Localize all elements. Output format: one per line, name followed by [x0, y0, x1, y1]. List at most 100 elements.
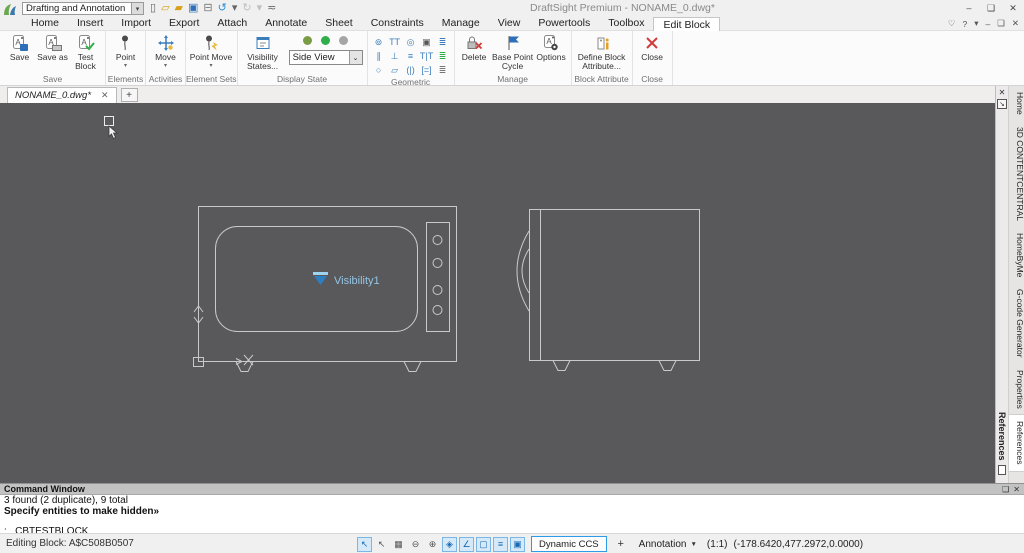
- define-block-attribute-button[interactable]: Define Block Attribute...: [575, 33, 629, 71]
- help-icon[interactable]: ?: [963, 19, 968, 29]
- restore-button[interactable]: ❑: [980, 3, 1002, 14]
- constraint-vertical-icon[interactable]: TT: [387, 35, 403, 49]
- side-tab-bar: Home3D CONTENTCENTRALHomeByMeG-code Gene…: [1008, 86, 1024, 483]
- close-button[interactable]: ✕: [1002, 3, 1024, 14]
- menu-tab[interactable]: Insert: [68, 17, 112, 30]
- document-tab[interactable]: NONAME_0.dwg* ✕: [7, 87, 117, 103]
- constraint-concentric-icon[interactable]: ◎: [403, 35, 419, 49]
- workspace-caret-icon[interactable]: ▾: [131, 3, 143, 14]
- menu-tab[interactable]: Constraints: [362, 17, 433, 30]
- palette-pin-icon[interactable]: ↘: [997, 99, 1007, 109]
- title-bar: Drafting and Annotation ▾ ▯▱▰▣⊟↺▾↻▾≂ Dra…: [0, 0, 1024, 17]
- command-line: 3 found (2 duplicate), 9 total: [4, 496, 1024, 507]
- constraint-lock-list-icon[interactable]: ≣: [435, 63, 451, 77]
- undo-icon[interactable]: ↺: [218, 3, 227, 14]
- lineweight-toggle-icon[interactable]: ≡: [493, 537, 508, 552]
- command-window-close-icon[interactable]: ✕: [1013, 485, 1020, 494]
- side-tab[interactable]: HomeByMe: [1009, 227, 1024, 283]
- command-window-float-icon[interactable]: ❑: [1002, 485, 1009, 494]
- open-icon[interactable]: ▱: [161, 3, 169, 14]
- esnap-toggle-icon[interactable]: ◈: [442, 537, 457, 552]
- delete-button[interactable]: Delete: [458, 33, 491, 62]
- save-as-button[interactable]: A Save as: [36, 33, 69, 62]
- side-tab[interactable]: Home: [1009, 86, 1024, 121]
- doc-close-icon[interactable]: ✕: [1012, 18, 1019, 29]
- move-button[interactable]: Move ▾: [149, 33, 182, 69]
- constraint-equal-icon[interactable]: [=]: [419, 63, 435, 77]
- menu-tab[interactable]: Home: [22, 17, 68, 30]
- constraint-horizontal-icon[interactable]: ≡: [403, 49, 419, 63]
- visibility-states-button[interactable]: Visibility States...: [241, 33, 285, 74]
- new-document-icon[interactable]: ▯: [150, 3, 156, 14]
- dynamic-ccs-button[interactable]: Dynamic CCS: [531, 536, 607, 552]
- quick-access-toolbar: ▯ ▱ ▰ ▣ ⊟ ↺ ▾ ↻ ▾ ≂: [150, 3, 276, 14]
- side-tab[interactable]: 3D CONTENTCENTRAL: [1009, 121, 1024, 227]
- test-block-button[interactable]: A Test Block: [69, 33, 102, 71]
- side-tab[interactable]: Properties: [1009, 364, 1024, 415]
- save-button[interactable]: A Save: [3, 33, 36, 62]
- doc-restore-icon[interactable]: ❑: [997, 18, 1005, 29]
- point-button[interactable]: Point ▾: [109, 33, 142, 69]
- new-tab-button[interactable]: +: [121, 88, 138, 102]
- save-sheet-icon[interactable]: ▰: [175, 3, 183, 14]
- display-state-select-caret-icon[interactable]: ⌄: [349, 51, 362, 64]
- constraint-smooth-icon[interactable]: ○: [371, 63, 387, 77]
- entity-snap-pointer-icon[interactable]: ↖: [357, 537, 372, 552]
- annotation-dropdown[interactable]: Annotation ▼: [639, 539, 697, 550]
- menu-tab[interactable]: Annotate: [256, 17, 316, 30]
- display-state-select[interactable]: Side View ⌄: [289, 50, 363, 65]
- menu-tab[interactable]: Toolbox: [599, 17, 653, 30]
- menu-tab[interactable]: Manage: [433, 17, 489, 30]
- dynamic-input-toggle-icon[interactable]: ▢: [476, 537, 491, 552]
- side-tab[interactable]: G-code Generator: [1009, 283, 1024, 364]
- side-tab[interactable]: References: [1009, 414, 1024, 471]
- constraint-lock-icon[interactable]: ▣: [419, 35, 435, 49]
- workspace-select[interactable]: Drafting and Annotation ▾: [22, 2, 144, 15]
- save-icon[interactable]: ▣: [188, 3, 198, 14]
- palette-close-icon[interactable]: ✕: [999, 88, 1006, 97]
- customize-qat-icon[interactable]: ≂: [267, 3, 276, 14]
- doc-minimize-icon[interactable]: –: [986, 19, 991, 29]
- ortho-toggle-icon[interactable]: ⊖: [408, 537, 423, 552]
- menu-tab[interactable]: Export: [160, 17, 208, 30]
- undo-caret-icon[interactable]: ▾: [232, 3, 238, 14]
- menu-tab[interactable]: View: [489, 17, 530, 30]
- menu-tab[interactable]: Sheet: [316, 17, 361, 30]
- redo-caret-icon[interactable]: ▾: [257, 3, 263, 14]
- state-striped-icon[interactable]: [303, 36, 312, 45]
- constraint-lock-entities-icon[interactable]: ≣: [435, 35, 451, 49]
- test-block-icon: A: [77, 33, 95, 53]
- constraint-symmetric-icon[interactable]: ▱: [387, 63, 403, 77]
- constraint-tangent-icon[interactable]: T|T: [419, 49, 435, 63]
- options-button[interactable]: A Options: [535, 33, 568, 62]
- polar-toggle-icon[interactable]: ⊕: [425, 537, 440, 552]
- constraint-equal-radius-icon[interactable]: (|): [403, 63, 419, 77]
- favorites-heart-icon[interactable]: ♡: [948, 18, 956, 29]
- menu-tab[interactable]: Powertools: [529, 17, 599, 30]
- select-pointer-icon[interactable]: ↖: [374, 537, 389, 552]
- constraint-perpendicular-icon[interactable]: ⊥: [387, 49, 403, 63]
- print-icon[interactable]: ⊟: [203, 3, 212, 14]
- point-move-button[interactable]: Point Move ▾: [189, 33, 233, 69]
- help-caret-icon[interactable]: ▾: [974, 18, 978, 29]
- drawing-canvas[interactable]: Visibility1: [0, 103, 995, 483]
- minimize-button[interactable]: –: [958, 3, 980, 14]
- close-block-editor-button[interactable]: Close: [636, 33, 669, 62]
- menu-tab[interactable]: Attach: [208, 17, 256, 30]
- command-window-titlebar[interactable]: Command Window ❑ ✕: [0, 484, 1024, 495]
- base-point-cycle-button[interactable]: Base Point Cycle: [491, 33, 535, 71]
- state-hidden-icon[interactable]: [339, 36, 348, 45]
- state-visible-icon[interactable]: [321, 36, 330, 45]
- document-tab-close-icon[interactable]: ✕: [101, 90, 109, 101]
- command-input-area[interactable]: 3 found (2 duplicate), 9 totalSpecify en…: [0, 495, 1024, 538]
- quick-snap-toggle-icon[interactable]: ▣: [510, 537, 525, 552]
- constraint-coincident-icon[interactable]: ⊚: [371, 35, 387, 49]
- constraint-lock-green-icon[interactable]: ≣: [435, 49, 451, 63]
- grid-toggle-icon[interactable]: ▦: [391, 537, 406, 552]
- constraint-parallel-icon[interactable]: ∥: [371, 49, 387, 63]
- menu-tab[interactable]: Edit Block: [653, 17, 720, 31]
- status-add-button[interactable]: +: [613, 536, 629, 552]
- menu-tab[interactable]: Import: [112, 17, 160, 30]
- etrack-toggle-icon[interactable]: ∠: [459, 537, 474, 552]
- redo-icon[interactable]: ↻: [242, 3, 251, 14]
